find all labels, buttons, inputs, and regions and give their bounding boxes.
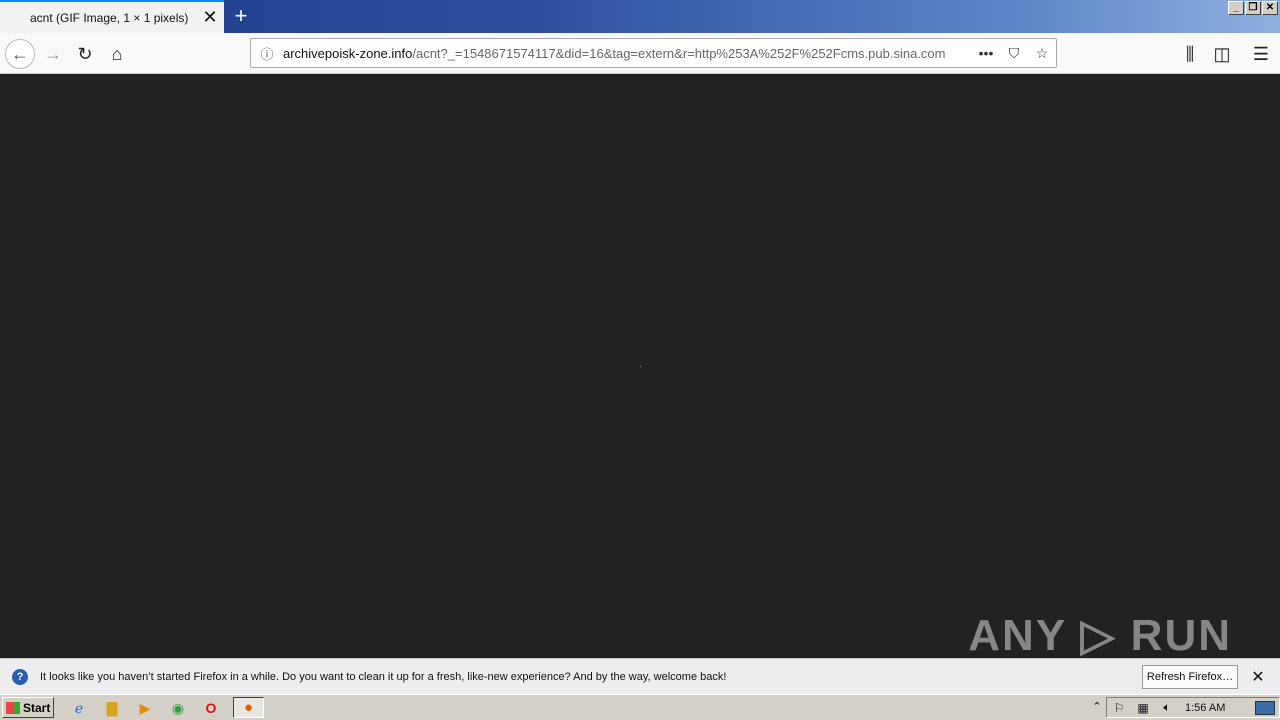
restore-button[interactable]: ❐ — [1245, 1, 1261, 15]
star-icon[interactable]: ☆ — [1028, 45, 1056, 62]
tab-title: acnt (GIF Image, 1 × 1 pixels) — [30, 10, 189, 25]
url-path: /acnt?_=1548671574117&did=16&tag=extern&… — [412, 45, 946, 61]
back-arrow-icon[interactable]: ← — [5, 39, 35, 69]
quick-launch: ℯ ▇ ▶ ◉ O — [68, 698, 222, 718]
url-text[interactable]: archivepoisk-zone.info/acnt?_=1548671574… — [283, 46, 972, 61]
gif-image — [640, 366, 641, 367]
page-content: ANY ▷ RUN — [0, 74, 1280, 660]
notification-bar: ? It looks like you haven’t started Fire… — [0, 658, 1280, 694]
info-icon[interactable]: ⓘ — [251, 44, 283, 63]
title-bar: acnt (GIF Image, 1 × 1 pixels) ✕ + _ ❐ ✕ — [0, 0, 1280, 33]
system-tray: ⚐ ▦ 🔈︎ 1:56 AM — [1106, 697, 1280, 718]
notification-close-button[interactable]: ✕ — [1248, 667, 1268, 687]
sidebar-icon[interactable]: ◫ — [1207, 39, 1237, 69]
anyrun-watermark: ANY ▷ RUN — [968, 611, 1232, 660]
chrome-icon[interactable]: ◉ — [167, 698, 189, 718]
tab-active[interactable]: acnt (GIF Image, 1 × 1 pixels) ✕ — [0, 0, 224, 33]
navigation-bar: ← → ↻ ⌂ ⓘ archivepoisk-zone.info/acnt?_=… — [0, 33, 1280, 74]
volume-icon[interactable]: 🔈︎ — [1155, 700, 1179, 715]
close-window-button[interactable]: ✕ — [1262, 1, 1278, 15]
question-icon: ? — [12, 668, 28, 685]
tray-expand-icon[interactable]: ⌃ — [1090, 700, 1104, 713]
folder-icon[interactable]: ▇ — [101, 698, 123, 718]
new-tab-button[interactable]: + — [228, 3, 254, 29]
opera-icon[interactable]: O — [200, 698, 222, 718]
taskbar: Start ℯ ▇ ▶ ◉ O ● ⌃ ⚐ ▦ 🔈︎ 1:56 AM — [0, 694, 1280, 720]
start-label: Start — [23, 700, 51, 715]
url-host: archivepoisk-zone.info — [283, 45, 413, 61]
network-icon[interactable]: ▦ — [1131, 701, 1155, 715]
flag-icon[interactable]: ⚐ — [1107, 701, 1131, 715]
show-desktop-icon[interactable] — [1255, 700, 1275, 715]
tab-close-button[interactable]: ✕ — [196, 4, 224, 32]
windows-logo-icon — [6, 701, 20, 714]
pocket-icon[interactable]: ⛉ — [1000, 45, 1028, 62]
forward-arrow-icon[interactable]: → — [38, 39, 68, 69]
firefox-taskbar-button[interactable]: ● — [233, 697, 264, 718]
window-controls: _ ❐ ✕ — [1228, 1, 1278, 15]
more-icon[interactable]: ••• — [972, 45, 1000, 61]
start-button[interactable]: Start — [2, 697, 54, 718]
notification-text: It looks like you haven’t started Firefo… — [40, 670, 727, 683]
media-player-icon[interactable]: ▶ — [134, 698, 156, 718]
url-bar[interactable]: ⓘ archivepoisk-zone.info/acnt?_=15486715… — [250, 38, 1057, 68]
refresh-firefox-button[interactable]: Refresh Firefox… — [1142, 664, 1238, 689]
minimize-button[interactable]: _ — [1228, 1, 1244, 15]
home-icon[interactable]: ⌂ — [102, 39, 132, 69]
reload-icon[interactable]: ↻ — [70, 39, 100, 69]
internet-explorer-icon[interactable]: ℯ — [68, 698, 90, 718]
hamburger-menu-icon[interactable]: ☰ — [1246, 39, 1276, 69]
clock[interactable]: 1:56 AM — [1185, 702, 1255, 714]
library-icon[interactable]: ⫼ — [1175, 39, 1205, 69]
